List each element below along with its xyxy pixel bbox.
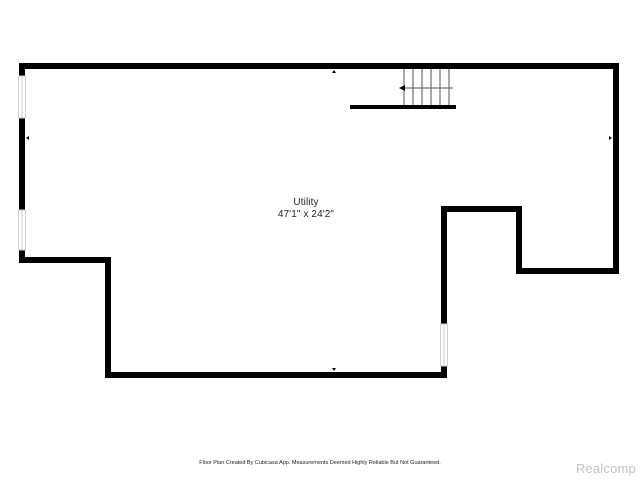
window-inner-right: [440, 323, 448, 367]
window-left-upper: [18, 75, 26, 119]
floor-plan-page: Utility 47'1" x 24'2" Floor Plan Created…: [0, 0, 640, 480]
window-left-lower: [18, 209, 26, 251]
room-dimensions-label: 47'1" x 24'2": [277, 209, 335, 220]
room-name-label: Utility: [293, 197, 319, 208]
stair-direction-arrow-icon: [399, 85, 405, 91]
tick-marker-bottom: [332, 368, 336, 371]
tick-marker-left: [26, 136, 29, 140]
exterior-walls: [19, 63, 619, 378]
realcomp-watermark: Realcomp: [575, 461, 636, 476]
tick-marker-top: [332, 70, 336, 73]
stairs: [403, 69, 453, 105]
tick-marker-right: [609, 136, 612, 140]
floor-plan-drawing: [18, 63, 619, 378]
disclaimer-note: Floor Plan Created By Cubicasa App. Meas…: [199, 460, 441, 466]
